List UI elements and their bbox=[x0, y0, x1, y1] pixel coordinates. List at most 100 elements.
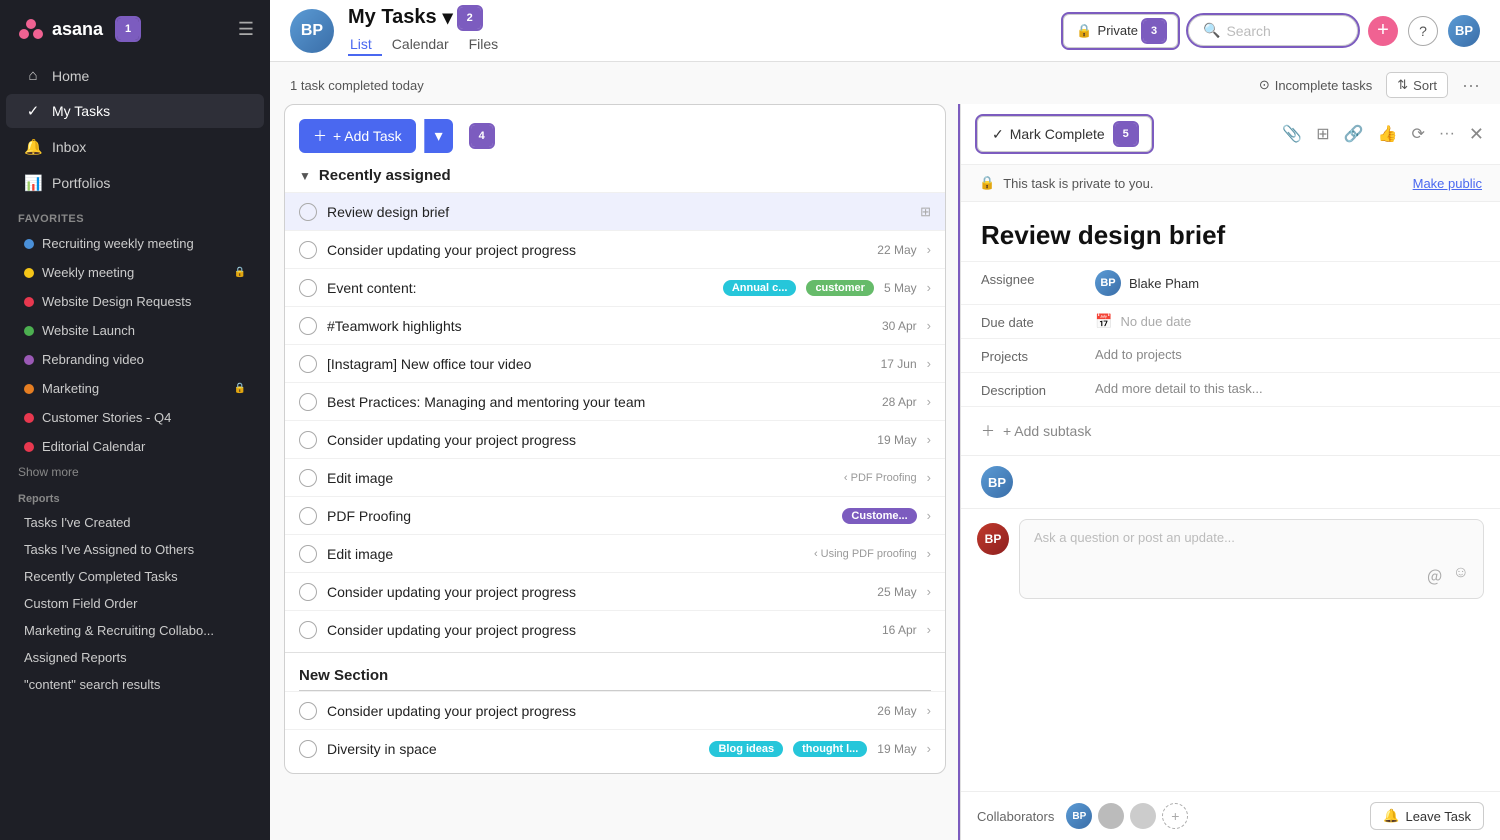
due-date-row: Due date 📅 No due date bbox=[961, 304, 1500, 338]
attachment-icon[interactable]: 📎 bbox=[1282, 124, 1302, 144]
projects-value[interactable]: Add to projects bbox=[1095, 347, 1480, 362]
tab-list[interactable]: List bbox=[348, 34, 382, 56]
fav-website-design[interactable]: Website Design Requests bbox=[6, 288, 264, 315]
close-button[interactable]: ✕ bbox=[1469, 124, 1484, 145]
task-check-circle[interactable] bbox=[299, 317, 317, 335]
help-button[interactable]: ? bbox=[1408, 16, 1438, 46]
sidebar-item-home[interactable]: ⌂ Home bbox=[6, 59, 264, 92]
fav-recruiting-weekly[interactable]: Recruiting weekly meeting bbox=[6, 230, 264, 257]
report-content-search[interactable]: "content" search results bbox=[6, 672, 264, 697]
comment-area: BP Ask a question or post an update... ＠… bbox=[961, 508, 1500, 609]
new-section-header: New Section bbox=[285, 652, 945, 690]
sidebar-item-inbox[interactable]: 🔔 Inbox bbox=[6, 130, 264, 164]
task-check-circle[interactable] bbox=[299, 545, 317, 563]
report-tasks-assigned[interactable]: Tasks I've Assigned to Others bbox=[6, 537, 264, 562]
task-check-circle[interactable] bbox=[299, 583, 317, 601]
search-box[interactable]: 🔍 Search bbox=[1188, 15, 1358, 46]
user-avatar[interactable]: BP bbox=[1448, 15, 1480, 47]
add-collaborator-button[interactable]: + bbox=[1162, 803, 1188, 829]
tab-files[interactable]: Files bbox=[459, 34, 509, 56]
task-row[interactable]: Edit image ‹ PDF Proofing › bbox=[285, 458, 945, 496]
fav-customer-stories[interactable]: Customer Stories - Q4 bbox=[6, 404, 264, 431]
task-date: 22 May bbox=[877, 243, 916, 257]
report-custom-field[interactable]: Custom Field Order bbox=[6, 591, 264, 616]
report-tasks-created[interactable]: Tasks I've Created bbox=[6, 510, 264, 535]
report-marketing-recruiting[interactable]: Marketing & Recruiting Collabo... bbox=[6, 618, 264, 643]
more-icon[interactable]: ··· bbox=[1439, 125, 1455, 143]
link-icon[interactable]: 🔗 bbox=[1344, 124, 1364, 144]
task-row[interactable]: [Instagram] New office tour video 17 Jun… bbox=[285, 344, 945, 382]
add-task-button[interactable]: ＋ + Add Task bbox=[299, 119, 416, 153]
emoji-at-icon[interactable]: ＠ bbox=[1427, 564, 1443, 588]
add-task-caret[interactable]: ▾ bbox=[424, 119, 453, 153]
task-row[interactable]: Best Practices: Managing and mentoring y… bbox=[285, 382, 945, 420]
task-row[interactable]: Diversity in space Blog ideas thought l.… bbox=[285, 729, 945, 767]
avatar: BP bbox=[290, 9, 334, 53]
task-row[interactable]: Edit image ‹ Using PDF proofing › bbox=[285, 534, 945, 572]
logo-text: asana bbox=[52, 19, 103, 40]
like-icon[interactable]: 👍 bbox=[1378, 124, 1398, 144]
task-row[interactable]: Review design brief ⊞ bbox=[285, 192, 945, 230]
task-row[interactable]: Consider updating your project progress … bbox=[285, 230, 945, 268]
circle-check-icon: ⊙ bbox=[1259, 77, 1270, 93]
fav-marketing[interactable]: Marketing 🔒 bbox=[6, 375, 264, 402]
description-value[interactable]: Add more detail to this task... bbox=[1095, 381, 1480, 396]
task-check-circle[interactable] bbox=[299, 241, 317, 259]
task-row[interactable]: Consider updating your project progress … bbox=[285, 610, 945, 648]
incomplete-tasks-button[interactable]: ⊙ Incomplete tasks bbox=[1259, 77, 1372, 93]
sidebar-item-portfolios[interactable]: 📊 Portfolios bbox=[6, 166, 264, 200]
asana-logo[interactable]: asana bbox=[16, 14, 103, 44]
leave-task-button[interactable]: 🔔 Leave Task bbox=[1370, 802, 1484, 830]
more-options-button[interactable]: ··· bbox=[1462, 75, 1480, 96]
task-row[interactable]: Event content: Annual c... customer 5 Ma… bbox=[285, 268, 945, 306]
task-check-circle[interactable] bbox=[299, 621, 317, 639]
detail-title[interactable]: Review design brief bbox=[961, 202, 1500, 261]
topbar-title-block: My Tasks ▾ 2 List Calendar Files bbox=[348, 5, 508, 56]
task-row[interactable]: PDF Proofing Custome... › bbox=[285, 496, 945, 534]
task-row[interactable]: #Teamwork highlights 30 Apr › bbox=[285, 306, 945, 344]
hamburger-icon[interactable]: ☰ bbox=[238, 19, 254, 40]
report-recently-completed[interactable]: Recently Completed Tasks bbox=[6, 564, 264, 589]
add-subtask-row[interactable]: ＋ + Add subtask bbox=[961, 406, 1500, 455]
task-check-circle[interactable] bbox=[299, 507, 317, 525]
report-assigned[interactable]: Assigned Reports bbox=[6, 645, 264, 670]
task-check-circle[interactable] bbox=[299, 469, 317, 487]
section-collapse-icon[interactable]: ▼ bbox=[299, 169, 311, 183]
task-check-circle[interactable] bbox=[299, 702, 317, 720]
badge-4: 4 bbox=[471, 125, 493, 147]
task-row[interactable]: Consider updating your project progress … bbox=[285, 691, 945, 729]
emoji-smile-icon[interactable]: ☺ bbox=[1453, 564, 1469, 588]
sidebar-item-my-tasks[interactable]: ✓ My Tasks bbox=[6, 94, 264, 128]
dot-icon bbox=[24, 326, 34, 336]
copy-icon[interactable]: ⟳ bbox=[1412, 124, 1425, 144]
task-date: 5 May bbox=[884, 281, 917, 295]
due-date-value[interactable]: 📅 No due date bbox=[1095, 313, 1480, 330]
task-check-circle[interactable] bbox=[299, 355, 317, 373]
check-icon: ✓ bbox=[992, 126, 1004, 143]
chevron-down-icon[interactable]: ▾ bbox=[443, 5, 453, 30]
fav-label: Recruiting weekly meeting bbox=[42, 236, 194, 251]
show-more-link[interactable]: Show more bbox=[0, 461, 270, 483]
task-check-circle[interactable] bbox=[299, 431, 317, 449]
task-row[interactable]: Consider updating your project progress … bbox=[285, 420, 945, 458]
sort-button[interactable]: ⇅ Sort bbox=[1386, 72, 1448, 98]
make-public-link[interactable]: Make public bbox=[1413, 176, 1482, 191]
task-check-circle[interactable] bbox=[299, 279, 317, 297]
task-check-circle[interactable] bbox=[299, 393, 317, 411]
tab-calendar[interactable]: Calendar bbox=[382, 34, 459, 56]
fav-label: Marketing bbox=[42, 381, 99, 396]
subtask-icon[interactable]: ⊞ bbox=[1316, 124, 1329, 144]
add-button[interactable]: + bbox=[1368, 16, 1398, 46]
fav-editorial[interactable]: Editorial Calendar bbox=[6, 433, 264, 460]
fav-weekly-meeting[interactable]: Weekly meeting 🔒 bbox=[6, 259, 264, 286]
task-row[interactable]: Consider updating your project progress … bbox=[285, 572, 945, 610]
comment-input[interactable]: Ask a question or post an update... ＠ ☺ bbox=[1019, 519, 1484, 599]
task-check-circle[interactable] bbox=[299, 203, 317, 221]
bell-icon: 🔔 bbox=[24, 138, 42, 156]
topbar-left: BP My Tasks ▾ 2 List Calendar Files bbox=[290, 5, 1049, 56]
sort-icon: ⇅ bbox=[1397, 77, 1408, 93]
fav-website-launch[interactable]: Website Launch bbox=[6, 317, 264, 344]
fav-rebranding[interactable]: Rebranding video bbox=[6, 346, 264, 373]
mark-complete-button[interactable]: ✓ Mark Complete 5 bbox=[977, 116, 1152, 152]
task-check-circle[interactable] bbox=[299, 740, 317, 758]
